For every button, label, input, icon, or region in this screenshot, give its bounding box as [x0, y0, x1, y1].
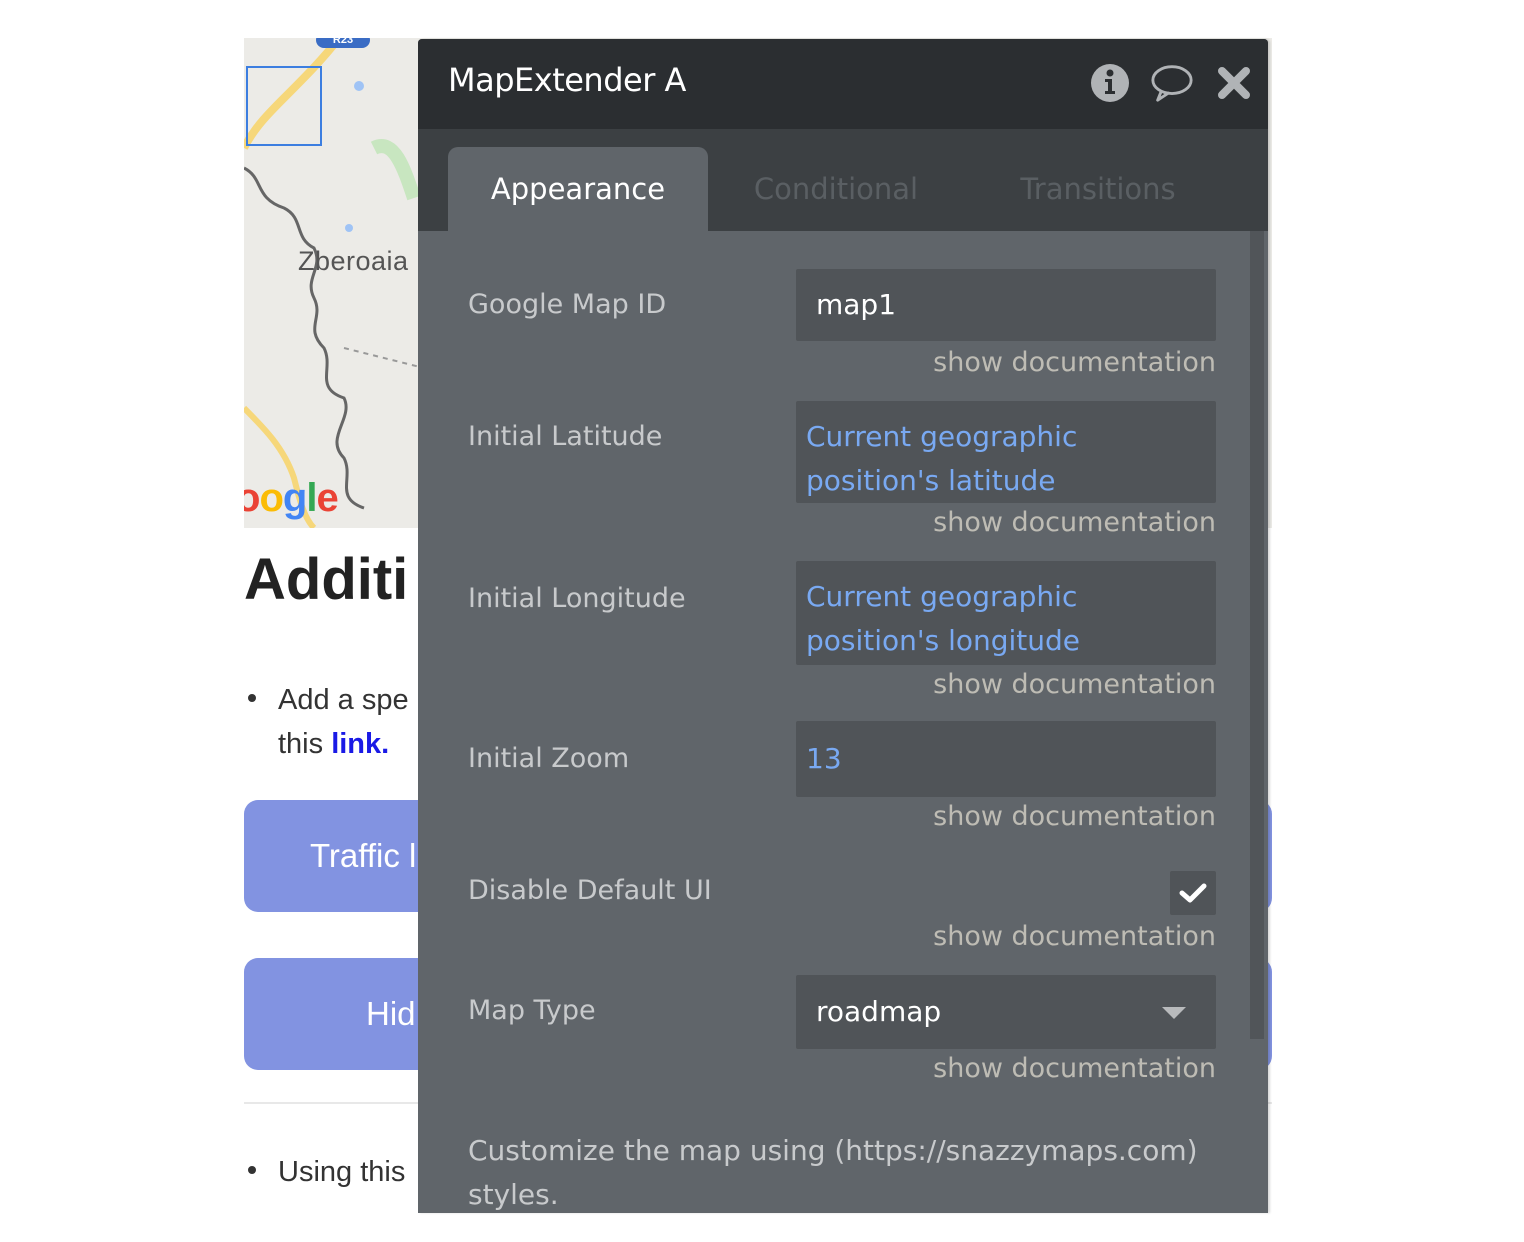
tab-conditional[interactable]: Conditional — [736, 147, 936, 231]
property-label: Google Map ID — [468, 289, 667, 320]
panel-header[interactable]: MapExtender A — [418, 39, 1268, 129]
property-label: Initial Zoom — [468, 743, 630, 774]
map-type-select[interactable]: roadmap — [796, 975, 1216, 1049]
show-documentation-link[interactable]: show documentation — [933, 507, 1216, 538]
bullet-item: Using this — [244, 1150, 405, 1194]
map-type-value: roadmap — [816, 995, 942, 1028]
show-documentation-link[interactable]: show documentation — [933, 801, 1216, 832]
tab-appearance[interactable]: Appearance — [448, 147, 708, 231]
styles-note: Customize the map using (https://snazzym… — [468, 1134, 1198, 1211]
initial-longitude-input[interactable]: Current geographic position's longitude — [796, 561, 1216, 665]
disable-default-ui-checkbox[interactable] — [1170, 871, 1216, 915]
close-icon[interactable] — [1212, 61, 1256, 105]
info-icon[interactable] — [1088, 61, 1132, 105]
google-map-id-input[interactable]: map1 — [796, 269, 1216, 341]
road-badge: R23 — [316, 38, 370, 48]
tab-bar: Appearance Conditional Transitions — [418, 129, 1268, 231]
bullet-item: Add a spe this link. — [244, 678, 409, 766]
scrollbar[interactable] — [1250, 231, 1264, 1039]
map-place-label: Zberoaia — [298, 246, 409, 276]
tab-transitions[interactable]: Transitions — [998, 147, 1198, 231]
bullet-dot — [248, 1166, 256, 1175]
show-documentation-link[interactable]: show documentation — [933, 347, 1216, 378]
doc-link[interactable]: link. — [331, 728, 389, 760]
property-label: Map Type — [468, 995, 596, 1026]
show-documentation-link[interactable]: show documentation — [933, 669, 1216, 700]
bullet-dot — [248, 694, 256, 703]
show-documentation-link[interactable]: show documentation — [933, 1053, 1216, 1084]
google-logo: oogle — [244, 476, 339, 520]
property-label: Initial Latitude — [468, 421, 663, 452]
initial-zoom-input[interactable]: 13 — [796, 721, 1216, 797]
map-selection-box — [246, 66, 322, 146]
panel-body: Google Map ID map1 show documentation In… — [418, 231, 1268, 1213]
panel-title: MapExtender A — [448, 61, 686, 99]
show-documentation-link[interactable]: show documentation — [933, 921, 1216, 952]
section-heading: Additi — [244, 547, 409, 612]
comment-icon[interactable] — [1150, 61, 1194, 105]
initial-latitude-input[interactable]: Current geographic position's latitude — [796, 401, 1216, 503]
property-editor-panel: MapExtender A Appearance Conditional Tra… — [418, 39, 1268, 1213]
property-label: Initial Longitude — [468, 583, 686, 614]
checkmark-icon — [1179, 883, 1207, 903]
property-label: Disable Default UI — [468, 875, 712, 906]
chevron-down-icon — [1162, 1007, 1186, 1019]
